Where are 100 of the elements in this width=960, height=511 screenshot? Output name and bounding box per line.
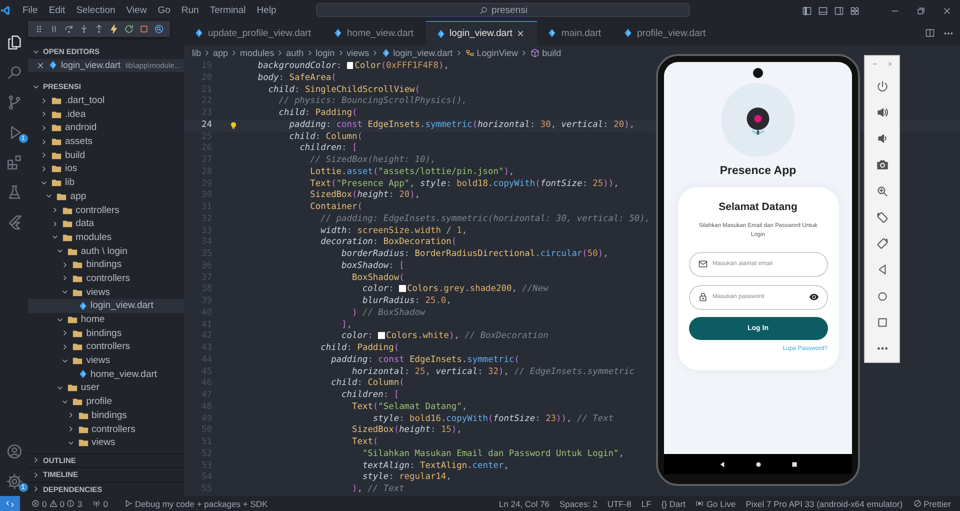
camera-icon[interactable] [876,158,888,172]
editor-tab[interactable]: update_profile_view.dart [184,21,323,45]
explorer-item[interactable]: modules [28,230,184,244]
close-icon[interactable] [516,29,526,38]
explorer-item[interactable]: ios [28,162,184,176]
breadcrumb-item[interactable]: build [530,48,562,58]
explorer-item[interactable]: controllers [28,422,184,436]
language-button[interactable]: {} Dart [656,498,690,508]
layout-grid-icon[interactable] [850,6,860,16]
inspect-icon[interactable] [154,24,164,34]
breadcrumb-item[interactable]: login_view.dart [381,48,453,58]
zoom-in-icon[interactable] [876,184,888,198]
home-icon[interactable] [754,460,762,468]
explorer-item[interactable]: android [28,121,184,135]
code-line: color: Colors.grey.shade200, //New [362,284,548,296]
drag-handle-icon[interactable] [34,24,44,34]
power-icon[interactable] [876,80,888,93]
menu-item[interactable]: Selection [70,4,121,18]
step-over-icon[interactable] [64,24,74,34]
lightning-icon[interactable] [109,24,119,34]
menu-item[interactable]: Go [152,4,176,18]
explorer-item[interactable]: bindings [28,326,184,340]
secondary-sidebar-layout-icon[interactable] [834,6,844,16]
explorer-item[interactable]: app [28,190,184,204]
explorer-item[interactable]: .dart_tool [28,94,184,108]
explorer-item[interactable]: profile [28,394,184,408]
explorer-item[interactable]: views [28,354,184,368]
go-live-button[interactable]: Go Live [690,498,741,508]
menu-item[interactable]: Edit [43,4,71,18]
breadcrumb-item[interactable]: auth [286,48,304,58]
volume-up-icon[interactable] [876,106,888,119]
explorer-item[interactable]: bindings [28,408,184,422]
explorer-item[interactable]: user [28,381,184,395]
menu-item[interactable]: View [120,4,152,18]
explorer-item[interactable]: login_view.dart [28,299,184,313]
step-into-icon[interactable] [79,24,89,34]
breadcrumb-item[interactable]: login [316,48,335,58]
stop-icon[interactable] [139,24,149,34]
cursor-position[interactable]: Ln 24, Col 76 [494,498,554,508]
explorer-item[interactable]: data [28,216,184,231]
breadcrumb-item[interactable]: lib [192,48,202,58]
debug-target-button[interactable]: Debug my code + packages + SDK [118,498,273,508]
explorer-item[interactable]: controllers [28,203,184,217]
rotate-right-icon[interactable] [876,237,888,250]
recents-icon[interactable] [876,316,888,330]
explorer-item[interactable]: views [28,436,184,450]
explorer-item[interactable]: views [28,285,184,299]
search-field[interactable]: presensi [316,3,690,17]
breadcrumb-item[interactable]: app [213,48,228,58]
ports-button[interactable]: 0 [87,498,113,508]
menu-item[interactable]: Run [176,4,204,18]
breadcrumb-item[interactable]: views [346,48,370,58]
step-out-icon[interactable] [94,24,104,34]
panel-layout-icon[interactable] [818,6,828,16]
home-icon[interactable] [876,290,888,303]
menu-item[interactable]: Help [251,4,282,18]
breadcrumb-item[interactable]: LoginView [464,48,518,58]
explorer-item[interactable]: build [28,148,184,162]
editor-tab[interactable]: main.dart [537,21,614,45]
explorer-item[interactable]: bindings [28,258,184,272]
code-line: Lottie.asset("assets/lottie/pin.json"), [310,166,514,178]
eye-icon[interactable] [808,292,818,302]
menu-item[interactable]: File [17,4,44,18]
settings-icon[interactable] [6,472,22,490]
explorer-item[interactable]: assets [28,134,184,148]
problems-button[interactable]: 0 0 3 [26,498,88,508]
rotate-left-icon[interactable] [876,210,888,224]
account-icon[interactable] [6,442,22,460]
restore-icon[interactable] [916,6,926,16]
volume-down-icon[interactable] [876,132,888,146]
menu-item[interactable]: Terminal [204,4,252,18]
close-icon[interactable] [36,60,45,70]
card-title: Selamat Datang [718,201,798,213]
explorer-item[interactable]: home [28,312,184,326]
files-icon[interactable] [6,34,22,50]
lightbulb-icon[interactable] [229,120,238,130]
explorer-item[interactable]: home_view.dart [28,367,184,382]
extensions-icon[interactable] [6,154,22,170]
editor-tab[interactable]: profile_view.dart [613,21,718,45]
editor-tab[interactable]: home_view.dart [323,21,426,45]
explorer-item[interactable]: lib [28,176,184,190]
sidebar-layout-icon[interactable] [802,6,812,16]
breadcrumb-item[interactable]: modules [240,48,274,58]
close-icon[interactable] [942,6,952,16]
restart-icon[interactable] [124,24,134,34]
encoding-button[interactable]: UTF-8 [602,498,636,508]
explorer-item[interactable]: .idea [28,107,184,122]
editor-tab[interactable]: login_view.dart [426,21,538,45]
explorer-item[interactable]: controllers [28,272,184,286]
prettier-button[interactable]: Prettier [908,498,956,508]
explorer-item[interactable]: auth \ login [28,244,184,258]
device-button[interactable]: Pixel 7 Pro API 33 (android-x64 emulator) [740,498,908,508]
search-icon[interactable] [6,64,22,80]
explorer-item[interactable]: controllers [28,340,184,354]
close-icon[interactable] [886,61,892,67]
recents-icon[interactable] [790,460,798,468]
indentation-button[interactable]: Spaces: 2 [554,498,602,508]
line-ending-button[interactable]: LF [636,498,656,508]
back-icon[interactable] [718,460,726,468]
split-editor-icon[interactable] [925,28,935,38]
